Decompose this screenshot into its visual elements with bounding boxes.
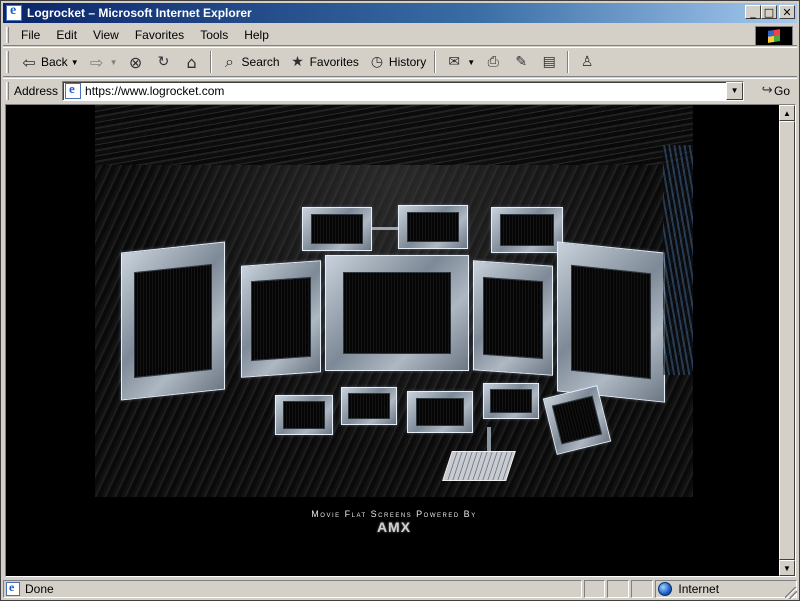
search-label: Search	[241, 55, 280, 69]
status-zone-pane[interactable]: Internet	[655, 580, 798, 598]
security-zone-label: Internet	[678, 582, 720, 596]
edit-button[interactable]: ✎	[507, 50, 535, 74]
back-label: Back	[41, 55, 68, 69]
resize-grip[interactable]	[785, 587, 797, 599]
stop-button[interactable]: ⊗	[122, 50, 150, 74]
toolbar-grip[interactable]	[6, 51, 9, 73]
monitor	[483, 383, 539, 419]
scroll-down-button[interactable]: ▼	[779, 560, 795, 576]
ie-logo-icon[interactable]	[6, 3, 22, 21]
maximize-button[interactable]: □	[761, 5, 777, 19]
window-controls: _ □ ✕	[745, 5, 795, 19]
status-text: Done	[25, 582, 54, 596]
menu-file[interactable]: File	[9, 28, 48, 42]
keyboard-stand	[487, 427, 491, 453]
address-input[interactable]	[85, 83, 706, 98]
flat-screens-image	[95, 105, 693, 497]
browser-window: Logrocket – Microsoft Internet Explorer …	[0, 0, 800, 601]
toolbar-separator	[567, 51, 570, 73]
menu-edit[interactable]: Edit	[48, 28, 85, 42]
minimize-button[interactable]: _	[745, 5, 761, 19]
address-dropdown-icon[interactable]: ▼	[726, 81, 744, 100]
forward-dropdown-icon[interactable]: ▼	[110, 58, 118, 67]
monitor	[473, 260, 553, 376]
menu-help[interactable]: Help	[236, 28, 277, 42]
page-icon	[65, 81, 82, 99]
address-grip[interactable]	[6, 81, 9, 100]
address-field[interactable]: ▼	[62, 80, 745, 101]
connector-bar	[372, 227, 398, 230]
back-dropdown-icon[interactable]: ▼	[71, 58, 79, 67]
favorites-label: Favorites	[309, 55, 359, 69]
page-done-icon	[6, 580, 20, 596]
caption-text: Movie Flat Screens Powered By	[311, 509, 477, 519]
globe-icon	[658, 582, 673, 596]
go-label: Go	[774, 83, 791, 98]
scroll-up-button[interactable]: ▲	[779, 105, 795, 121]
mail-button[interactable]: ✉ ▼	[440, 50, 479, 74]
status-progress-pane	[583, 580, 606, 598]
back-button[interactable]: ⇦ Back ▼	[15, 50, 83, 74]
forward-button[interactable]: ⇨ ▼	[83, 50, 122, 74]
status-bar: Done Internet	[3, 579, 798, 599]
print-button[interactable]: ⎙	[479, 50, 507, 74]
menu-bar: File Edit View Favorites Tools Help	[3, 25, 797, 46]
monitor	[241, 260, 321, 378]
toolbar-separator	[434, 51, 437, 73]
refresh-icon: ↻	[157, 54, 170, 70]
window-title: Logrocket – Microsoft Internet Explorer	[27, 6, 252, 20]
messenger-button[interactable]: ♙	[573, 50, 601, 74]
status-main-pane: Done	[3, 580, 582, 598]
standard-toolbar: ⇦ Back ▼ ⇨ ▼ ⊗ ↻ ⌂ ⌕ Search ★ Favorites …	[3, 47, 797, 77]
monitor	[275, 395, 333, 435]
page-content: Movie Flat Screens Powered By AMX ▲ ▼	[5, 104, 796, 577]
status-lock-pane	[607, 580, 630, 598]
print-icon: ⎙	[487, 54, 499, 70]
amx-logo: AMX	[376, 519, 412, 535]
menu-tools[interactable]: Tools	[192, 28, 236, 42]
edit-icon: ✎	[515, 54, 528, 70]
discuss-button[interactable]: ▤	[535, 50, 563, 74]
title-bar[interactable]: Logrocket – Microsoft Internet Explorer …	[3, 3, 797, 23]
scrollbar-thumb[interactable]	[779, 121, 795, 560]
monitor	[398, 205, 468, 249]
go-arrow-icon: ↪	[761, 83, 773, 98]
stop-icon: ⊗	[128, 52, 143, 72]
history-icon: ◷	[370, 54, 384, 70]
close-button[interactable]: ✕	[779, 5, 795, 19]
messenger-icon: ♙	[580, 54, 594, 70]
windows-logo-icon	[755, 26, 793, 46]
go-button[interactable]: ↪ Go	[760, 81, 790, 101]
mail-dropdown-icon[interactable]: ▼	[467, 58, 475, 67]
refresh-button[interactable]: ↻	[150, 50, 178, 74]
home-button[interactable]: ⌂	[178, 50, 206, 74]
menu-view[interactable]: View	[85, 28, 127, 42]
address-bar: Address ▼ ↪ Go	[3, 78, 797, 102]
menu-favorites[interactable]: Favorites	[127, 28, 192, 42]
home-icon: ⌂	[186, 52, 197, 72]
history-label: History	[388, 55, 427, 69]
forward-arrow-icon: ⇨	[89, 52, 104, 72]
keyboard	[442, 451, 516, 481]
search-icon: ⌕	[225, 52, 235, 71]
discuss-icon: ▤	[542, 54, 556, 70]
mail-icon: ✉	[448, 54, 461, 70]
status-extra-pane	[631, 580, 654, 598]
monitor	[341, 387, 397, 425]
address-label: Address	[14, 83, 59, 98]
monitor	[325, 255, 469, 371]
favorites-icon: ★	[291, 54, 304, 70]
back-arrow-icon: ⇦	[22, 52, 36, 72]
favorites-button[interactable]: ★ Favorites	[284, 50, 363, 74]
history-button[interactable]: ◷ History	[363, 50, 430, 74]
monitor	[121, 241, 225, 401]
monitor	[407, 391, 473, 433]
toolbar-separator	[209, 51, 212, 73]
monitor	[491, 207, 563, 253]
monitor	[557, 241, 665, 403]
search-button[interactable]: ⌕ Search	[216, 50, 284, 74]
monitor	[302, 207, 372, 251]
vertical-scrollbar[interactable]: ▲ ▼	[779, 105, 795, 576]
